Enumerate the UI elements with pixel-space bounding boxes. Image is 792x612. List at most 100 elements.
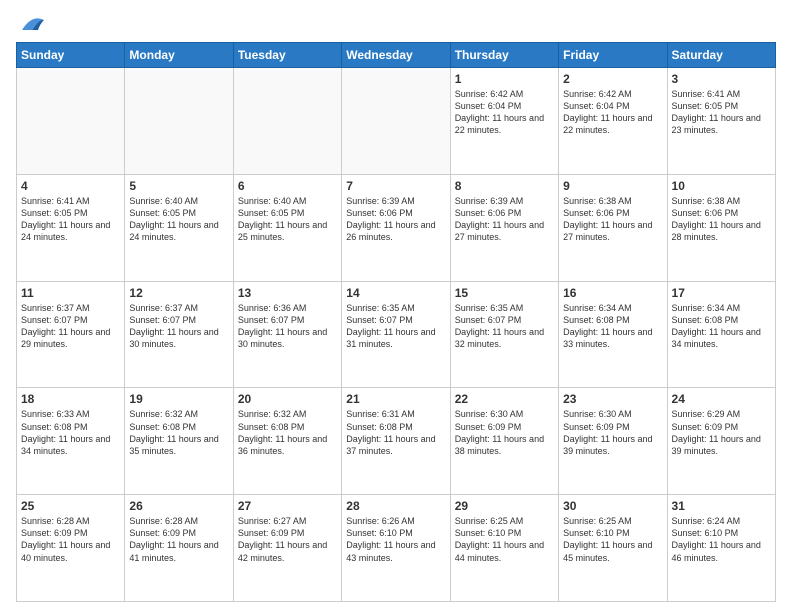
day-info: Sunrise: 6:33 AM Sunset: 6:08 PM Dayligh… bbox=[21, 408, 120, 457]
day-cell: 1 Sunrise: 6:42 AM Sunset: 6:04 PM Daylig… bbox=[450, 68, 558, 175]
day-number: 24 bbox=[672, 392, 771, 406]
day-cell: 3 Sunrise: 6:41 AM Sunset: 6:05 PM Daylig… bbox=[667, 68, 775, 175]
day-number: 15 bbox=[455, 286, 554, 300]
day-info: Sunrise: 6:28 AM Sunset: 6:09 PM Dayligh… bbox=[129, 515, 228, 564]
week-row-4: 18Sunrise: 6:33 AM Sunset: 6:08 PM Dayli… bbox=[17, 388, 776, 495]
day-number: 23 bbox=[563, 392, 662, 406]
weekday-tuesday: Tuesday bbox=[233, 43, 341, 68]
day-cell: 23 Sunrise: 6:30 AM Sunset: 6:09 PM Dayli… bbox=[559, 388, 667, 495]
day-number: 6 bbox=[238, 179, 337, 193]
day-number: 29 bbox=[455, 499, 554, 513]
day-info: Sunrise: 6:29 AM Sunset: 6:09 PM Dayligh… bbox=[672, 408, 771, 457]
day-cell: 19 Sunrise: 6:32 AM Sunset: 6:08 PM Dayli… bbox=[125, 388, 233, 495]
weekday-header-row: SundayMondayTuesdayWednesdayThursdayFrid… bbox=[17, 43, 776, 68]
day-cell: 5 Sunrise: 6:40 AM Sunset: 6:05 PM Daylig… bbox=[125, 174, 233, 281]
day-cell: 16 Sunrise: 6:34 AM Sunset: 6:08 PM Dayli… bbox=[559, 281, 667, 388]
day-info: Sunrise: 6:25 AM Sunset: 6:10 PM Dayligh… bbox=[563, 515, 662, 564]
day-number: 9 bbox=[563, 179, 662, 193]
weekday-sunday: Sunday bbox=[17, 43, 125, 68]
day-number: 21 bbox=[346, 392, 445, 406]
day-cell: 21 Sunrise: 6:31 AM Sunset: 6:08 PM Dayli… bbox=[342, 388, 450, 495]
day-number: 11 bbox=[21, 286, 120, 300]
day-cell: 15 Sunrise: 6:35 AM Sunset: 6:07 PM Dayli… bbox=[450, 281, 558, 388]
week-row-5: 25Sunrise: 6:28 AM Sunset: 6:09 PM Dayli… bbox=[17, 495, 776, 602]
calendar-table: SundayMondayTuesdayWednesdayThursdayFrid… bbox=[16, 42, 776, 602]
day-info: Sunrise: 6:27 AM Sunset: 6:09 PM Dayligh… bbox=[238, 515, 337, 564]
day-cell bbox=[125, 68, 233, 175]
day-number: 17 bbox=[672, 286, 771, 300]
day-cell: 14Sunrise: 6:35 AM Sunset: 6:07 PM Dayli… bbox=[342, 281, 450, 388]
day-number: 22 bbox=[455, 392, 554, 406]
weekday-wednesday: Wednesday bbox=[342, 43, 450, 68]
day-number: 5 bbox=[129, 179, 228, 193]
day-info: Sunrise: 6:41 AM Sunset: 6:05 PM Dayligh… bbox=[21, 195, 120, 244]
day-cell bbox=[342, 68, 450, 175]
day-info: Sunrise: 6:32 AM Sunset: 6:08 PM Dayligh… bbox=[129, 408, 228, 457]
day-cell: 2Sunrise: 6:42 AM Sunset: 6:04 PM Daylig… bbox=[559, 68, 667, 175]
day-cell: 29 Sunrise: 6:25 AM Sunset: 6:10 PM Dayli… bbox=[450, 495, 558, 602]
day-number: 7 bbox=[346, 179, 445, 193]
day-info: Sunrise: 6:41 AM Sunset: 6:05 PM Dayligh… bbox=[672, 88, 771, 137]
day-cell: 7 Sunrise: 6:39 AM Sunset: 6:06 PM Daylig… bbox=[342, 174, 450, 281]
day-number: 26 bbox=[129, 499, 228, 513]
day-info: Sunrise: 6:28 AM Sunset: 6:09 PM Dayligh… bbox=[21, 515, 120, 564]
day-info: Sunrise: 6:42 AM Sunset: 6:04 PM Dayligh… bbox=[455, 88, 554, 137]
day-info: Sunrise: 6:37 AM Sunset: 6:07 PM Dayligh… bbox=[21, 302, 120, 351]
day-cell: 4 Sunrise: 6:41 AM Sunset: 6:05 PM Daylig… bbox=[17, 174, 125, 281]
day-number: 27 bbox=[238, 499, 337, 513]
day-info: Sunrise: 6:31 AM Sunset: 6:08 PM Dayligh… bbox=[346, 408, 445, 457]
day-cell: 28 Sunrise: 6:26 AM Sunset: 6:10 PM Dayli… bbox=[342, 495, 450, 602]
day-number: 10 bbox=[672, 179, 771, 193]
day-info: Sunrise: 6:35 AM Sunset: 6:07 PM Dayligh… bbox=[455, 302, 554, 351]
day-cell: 24 Sunrise: 6:29 AM Sunset: 6:09 PM Dayli… bbox=[667, 388, 775, 495]
day-info: Sunrise: 6:30 AM Sunset: 6:09 PM Dayligh… bbox=[563, 408, 662, 457]
day-cell: 22Sunrise: 6:30 AM Sunset: 6:09 PM Dayli… bbox=[450, 388, 558, 495]
day-info: Sunrise: 6:38 AM Sunset: 6:06 PM Dayligh… bbox=[672, 195, 771, 244]
day-info: Sunrise: 6:26 AM Sunset: 6:10 PM Dayligh… bbox=[346, 515, 445, 564]
day-number: 3 bbox=[672, 72, 771, 86]
day-info: Sunrise: 6:32 AM Sunset: 6:08 PM Dayligh… bbox=[238, 408, 337, 457]
day-cell: 11 Sunrise: 6:37 AM Sunset: 6:07 PM Dayli… bbox=[17, 281, 125, 388]
day-info: Sunrise: 6:36 AM Sunset: 6:07 PM Dayligh… bbox=[238, 302, 337, 351]
day-number: 19 bbox=[129, 392, 228, 406]
day-cell: 9 Sunrise: 6:38 AM Sunset: 6:06 PM Daylig… bbox=[559, 174, 667, 281]
day-number: 30 bbox=[563, 499, 662, 513]
day-info: Sunrise: 6:42 AM Sunset: 6:04 PM Dayligh… bbox=[563, 88, 662, 137]
day-cell: 18Sunrise: 6:33 AM Sunset: 6:08 PM Dayli… bbox=[17, 388, 125, 495]
day-number: 1 bbox=[455, 72, 554, 86]
week-row-1: 1 Sunrise: 6:42 AM Sunset: 6:04 PM Daylig… bbox=[17, 68, 776, 175]
day-cell bbox=[233, 68, 341, 175]
day-number: 16 bbox=[563, 286, 662, 300]
day-number: 12 bbox=[129, 286, 228, 300]
day-cell bbox=[17, 68, 125, 175]
week-row-2: 4 Sunrise: 6:41 AM Sunset: 6:05 PM Daylig… bbox=[17, 174, 776, 281]
day-number: 4 bbox=[21, 179, 120, 193]
day-cell: 12Sunrise: 6:37 AM Sunset: 6:07 PM Dayli… bbox=[125, 281, 233, 388]
day-cell: 13 Sunrise: 6:36 AM Sunset: 6:07 PM Dayli… bbox=[233, 281, 341, 388]
day-info: Sunrise: 6:40 AM Sunset: 6:05 PM Dayligh… bbox=[238, 195, 337, 244]
day-info: Sunrise: 6:40 AM Sunset: 6:05 PM Dayligh… bbox=[129, 195, 228, 244]
weekday-friday: Friday bbox=[559, 43, 667, 68]
day-cell: 20Sunrise: 6:32 AM Sunset: 6:08 PM Dayli… bbox=[233, 388, 341, 495]
week-row-3: 11 Sunrise: 6:37 AM Sunset: 6:07 PM Dayli… bbox=[17, 281, 776, 388]
day-cell: 27 Sunrise: 6:27 AM Sunset: 6:09 PM Dayli… bbox=[233, 495, 341, 602]
logo-wing-icon bbox=[18, 12, 46, 34]
day-info: Sunrise: 6:25 AM Sunset: 6:10 PM Dayligh… bbox=[455, 515, 554, 564]
day-cell: 26 Sunrise: 6:28 AM Sunset: 6:09 PM Dayli… bbox=[125, 495, 233, 602]
day-cell: 17 Sunrise: 6:34 AM Sunset: 6:08 PM Dayli… bbox=[667, 281, 775, 388]
weekday-saturday: Saturday bbox=[667, 43, 775, 68]
day-number: 13 bbox=[238, 286, 337, 300]
day-info: Sunrise: 6:24 AM Sunset: 6:10 PM Dayligh… bbox=[672, 515, 771, 564]
day-info: Sunrise: 6:34 AM Sunset: 6:08 PM Dayligh… bbox=[563, 302, 662, 351]
day-info: Sunrise: 6:38 AM Sunset: 6:06 PM Dayligh… bbox=[563, 195, 662, 244]
day-cell: 8Sunrise: 6:39 AM Sunset: 6:06 PM Daylig… bbox=[450, 174, 558, 281]
day-number: 31 bbox=[672, 499, 771, 513]
day-cell: 31 Sunrise: 6:24 AM Sunset: 6:10 PM Dayli… bbox=[667, 495, 775, 602]
day-number: 28 bbox=[346, 499, 445, 513]
day-info: Sunrise: 6:39 AM Sunset: 6:06 PM Dayligh… bbox=[346, 195, 445, 244]
day-number: 14 bbox=[346, 286, 445, 300]
weekday-thursday: Thursday bbox=[450, 43, 558, 68]
day-cell: 6 Sunrise: 6:40 AM Sunset: 6:05 PM Daylig… bbox=[233, 174, 341, 281]
day-info: Sunrise: 6:34 AM Sunset: 6:08 PM Dayligh… bbox=[672, 302, 771, 351]
header bbox=[16, 16, 776, 34]
